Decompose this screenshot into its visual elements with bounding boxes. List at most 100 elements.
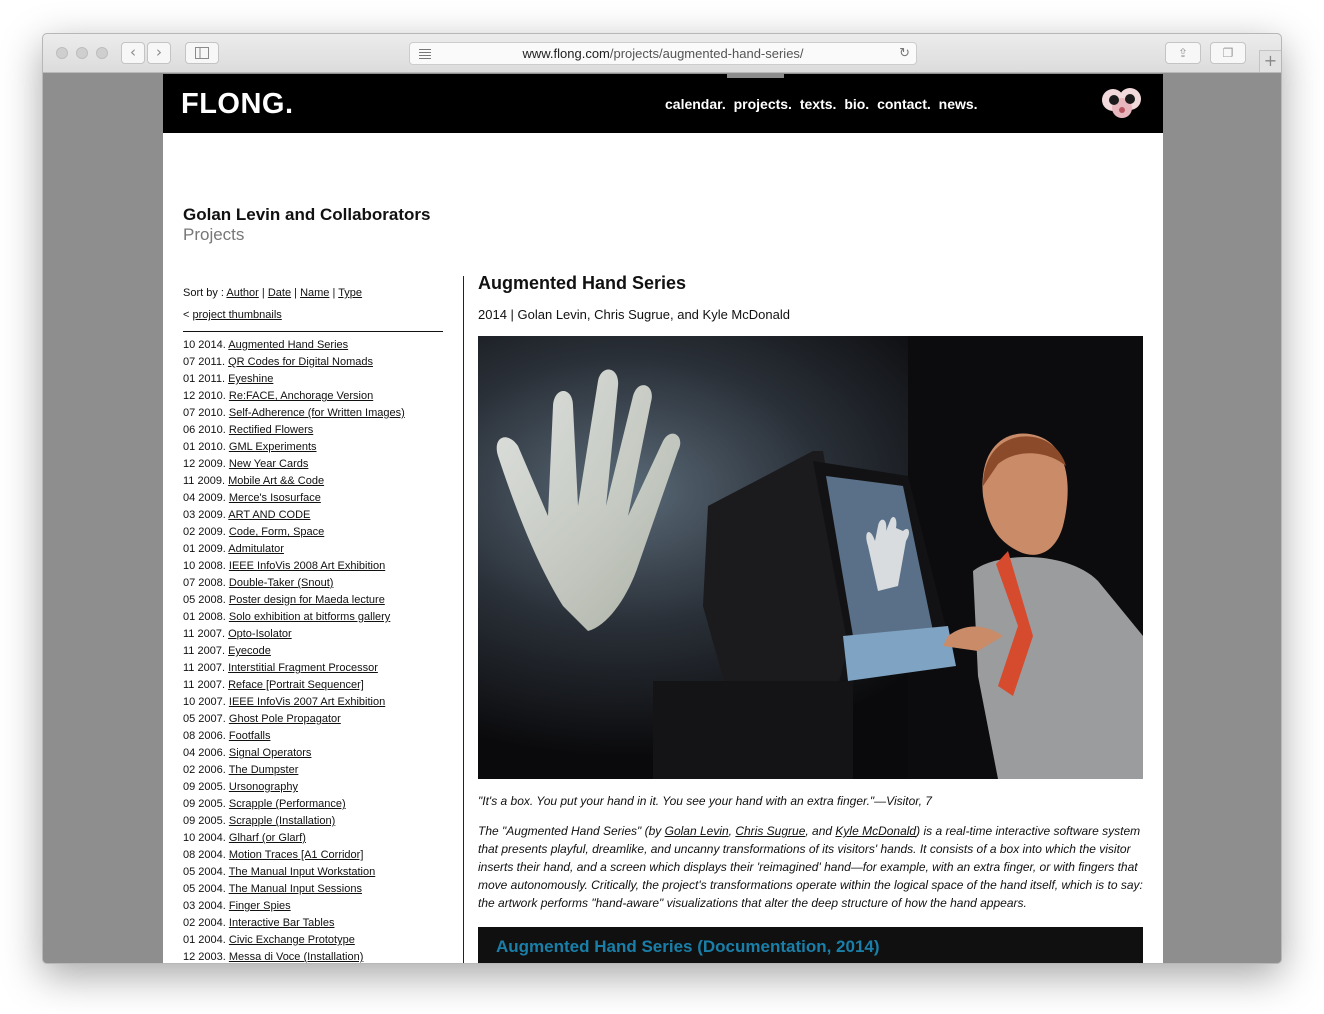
minimize-window-button[interactable]: [76, 47, 88, 59]
nav-calendar[interactable]: calendar.: [665, 96, 726, 112]
project-date: 01 2011.: [183, 373, 226, 385]
desc-text-1: The "Augmented Hand Series" (by: [478, 824, 665, 838]
project-date: 01 2010.: [183, 441, 226, 453]
project-link[interactable]: Rectified Flowers: [229, 424, 313, 436]
sort-date-link[interactable]: Date: [268, 287, 291, 299]
nav-projects[interactable]: projects.: [734, 96, 792, 112]
sort-author-link[interactable]: Author: [226, 287, 258, 299]
site-subtitle: Projects: [183, 225, 245, 244]
project-date: 10 2004.: [183, 832, 226, 844]
project-link[interactable]: IEEE InfoVis 2008 Art Exhibition: [229, 560, 385, 572]
project-link[interactable]: Civic Exchange Prototype: [229, 934, 355, 946]
project-list-item: 12 2003. Messa di Voce (Installation): [183, 949, 443, 963]
project-date: 03 2009.: [183, 509, 226, 521]
site-logo[interactable]: FLONG.: [181, 88, 294, 121]
project-link[interactable]: Reface [Portrait Sequencer]: [228, 679, 364, 691]
back-button[interactable]: ‹: [121, 42, 145, 64]
project-date: 02 2004.: [183, 917, 226, 929]
project-date: 07 2010.: [183, 407, 226, 419]
project-date: 12 2009.: [183, 458, 226, 470]
project-date: 06 2010.: [183, 424, 226, 436]
reload-icon[interactable]: ↻: [899, 43, 910, 64]
project-list-item: 03 2009. ART AND CODE: [183, 507, 443, 524]
project-thumbnails-link[interactable]: project thumbnails: [193, 309, 282, 321]
project-link[interactable]: The Manual Input Workstation: [229, 866, 376, 878]
project-link[interactable]: GML Experiments: [229, 441, 317, 453]
author-link-golan-levin[interactable]: Golan Levin: [665, 824, 729, 838]
project-link[interactable]: The Manual Input Sessions: [229, 883, 362, 895]
project-link[interactable]: Signal Operators: [229, 747, 312, 759]
forward-button[interactable]: ›: [147, 42, 171, 64]
project-link[interactable]: Scrapple (Performance): [229, 798, 346, 810]
nav-news[interactable]: news.: [939, 96, 978, 112]
project-link[interactable]: Solo exhibition at bitforms gallery: [229, 611, 390, 623]
project-list-item: 09 2005. Ursonography: [183, 779, 443, 796]
project-link[interactable]: Interactive Bar Tables: [229, 917, 335, 929]
project-link[interactable]: Ursonography: [229, 781, 298, 793]
project-link[interactable]: Augmented Hand Series: [228, 339, 348, 351]
project-link[interactable]: Admitulator: [228, 543, 284, 555]
project-link[interactable]: ART AND CODE: [228, 509, 310, 521]
sort-name-link[interactable]: Name: [300, 287, 329, 299]
project-link[interactable]: Merce's Isosurface: [229, 492, 321, 504]
sidebar-toggle-button[interactable]: [185, 42, 219, 64]
site-title: Golan Levin and Collaborators: [183, 205, 431, 224]
project-link[interactable]: Re:FACE, Anchorage Version: [229, 390, 373, 402]
project-link[interactable]: Double-Taker (Snout): [229, 577, 334, 589]
project-link[interactable]: Interstitial Fragment Processor: [228, 662, 378, 674]
project-link[interactable]: Code, Form, Space: [229, 526, 324, 538]
author-link-chris-sugrue[interactable]: Chris Sugrue: [735, 824, 805, 838]
project-link[interactable]: QR Codes for Digital Nomads: [228, 356, 373, 368]
project-link[interactable]: Scrapple (Installation): [229, 815, 335, 827]
project-link[interactable]: New Year Cards: [229, 458, 309, 470]
project-link[interactable]: Motion Traces [A1 Corridor]: [229, 849, 364, 861]
project-date: 09 2005.: [183, 815, 226, 827]
project-date: 07 2008.: [183, 577, 226, 589]
project-link[interactable]: Messa di Voce (Installation): [229, 951, 364, 963]
share-button[interactable]: ⇪: [1165, 42, 1201, 64]
project-date: 12 2003.: [183, 951, 226, 963]
project-list-item: 04 2006. Signal Operators: [183, 745, 443, 762]
thumbnails-prefix: <: [183, 309, 190, 321]
chevron-left-icon: ‹: [130, 43, 136, 61]
nav-texts[interactable]: texts.: [800, 96, 837, 112]
project-link[interactable]: Glharf (or Glarf): [229, 832, 306, 844]
nav-bio[interactable]: bio.: [844, 96, 869, 112]
address-bar[interactable]: www.flong.com/projects/augmented-hand-se…: [409, 42, 917, 65]
project-link[interactable]: Eyecode: [228, 645, 271, 657]
project-link[interactable]: Eyeshine: [228, 373, 273, 385]
project-link[interactable]: Opto-Isolator: [228, 628, 292, 640]
project-link[interactable]: Finger Spies: [229, 900, 291, 912]
project-date: 01 2009.: [183, 543, 226, 555]
project-link[interactable]: Poster design for Maeda lecture: [229, 594, 385, 606]
author-link-kyle-mcdonald[interactable]: Kyle McDonald: [835, 824, 916, 838]
project-date: 02 2009.: [183, 526, 226, 538]
eyes-logo-icon[interactable]: [1101, 86, 1143, 120]
project-date: 08 2006.: [183, 730, 226, 742]
sort-type-link[interactable]: Type: [338, 287, 362, 299]
project-list-item: 01 2011. Eyeshine: [183, 371, 443, 388]
tabs-button[interactable]: ❐: [1210, 42, 1246, 64]
reader-icon[interactable]: [419, 49, 431, 61]
nav-contact[interactable]: contact.: [877, 96, 931, 112]
project-list-item: 01 2004. Civic Exchange Prototype: [183, 932, 443, 949]
video-embed[interactable]: Augmented Hand Series (Documentation, 20…: [478, 927, 1143, 963]
video-title[interactable]: Augmented Hand Series (Documentation, 20…: [496, 937, 880, 956]
project-link[interactable]: Mobile Art && Code: [228, 475, 324, 487]
project-link[interactable]: The Dumpster: [229, 764, 299, 776]
project-link[interactable]: Footfalls: [229, 730, 271, 742]
project-link[interactable]: Ghost Pole Propagator: [229, 713, 341, 725]
browser-toolbar: ‹ › www.flong.com/projects/augmented-han…: [43, 34, 1281, 73]
project-list-item: 03 2004. Finger Spies: [183, 898, 443, 915]
zoom-window-button[interactable]: [96, 47, 108, 59]
project-date: 04 2006.: [183, 747, 226, 759]
desc-text-3: , and: [805, 824, 836, 838]
project-list-item: 10 2014. Augmented Hand Series: [183, 337, 443, 354]
project-date: 09 2005.: [183, 781, 226, 793]
project-list: 10 2014. Augmented Hand Series 07 2011. Q…: [183, 337, 443, 963]
project-link[interactable]: Self-Adherence (for Written Images): [229, 407, 405, 419]
project-link[interactable]: IEEE InfoVis 2007 Art Exhibition: [229, 696, 385, 708]
share-icon: ⇪: [1177, 46, 1189, 60]
close-window-button[interactable]: [56, 47, 68, 59]
new-tab-button[interactable]: +: [1259, 50, 1281, 72]
